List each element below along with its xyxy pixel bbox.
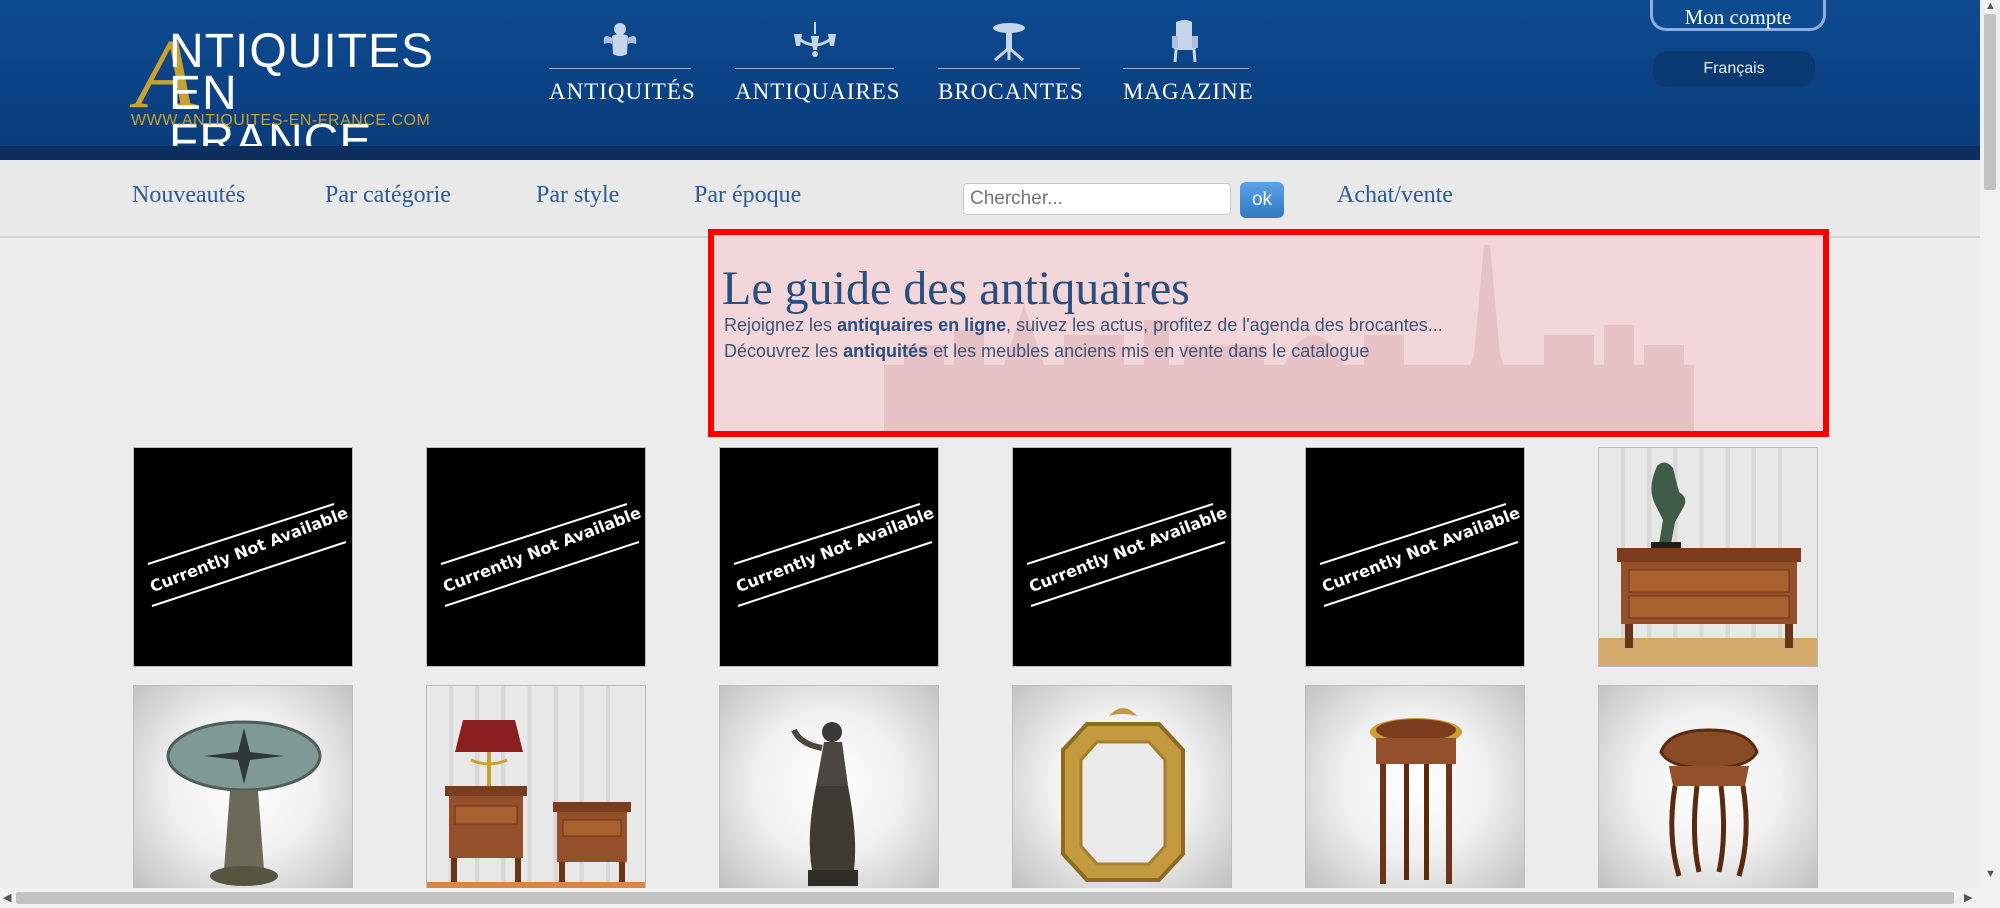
product-tile[interactable]: Currently Not Available — [133, 447, 353, 667]
site-logo[interactable]: A NTIQUITES EN FRANCE WWW.ANTIQUITES-EN-… — [131, 24, 441, 166]
marquetry-table-image — [1659, 728, 1759, 877]
guide-text: , suivez les actus, profitez de l'agenda… — [1006, 315, 1443, 335]
product-tile[interactable] — [719, 685, 939, 905]
guide-line-2: Découvrez les antiquités et les meubles … — [724, 341, 1369, 362]
site-header: A NTIQUITES EN FRANCE WWW.ANTIQUITES-EN-… — [0, 0, 1980, 166]
nav-label: MAGAZINE — [1123, 79, 1254, 104]
armchair-icon — [1123, 20, 1249, 69]
account-label: Mon compte — [1684, 5, 1792, 29]
bedside-tables-with-lamp-image — [427, 720, 645, 904]
sub-nav: Nouveautés Par catégorie Par style Par é… — [0, 160, 1980, 238]
product-tile[interactable]: Currently Not Available — [426, 447, 646, 667]
horizontal-scroll-thumb[interactable] — [16, 892, 1954, 904]
nav-antiquites[interactable]: ANTIQUITÉS — [549, 20, 695, 105]
guide-text: Découvrez les — [724, 341, 844, 361]
horizontal-scrollbar[interactable]: ◀ ▶ — [0, 888, 1980, 908]
nav-magazine[interactable]: MAGAZINE — [1123, 20, 1253, 105]
scroll-left-icon[interactable]: ◀ — [3, 891, 11, 904]
guide-text: et les meubles anciens mis en vente dans… — [928, 341, 1370, 361]
round-side-table-image — [1370, 718, 1462, 884]
scroll-up-icon[interactable]: ▲ — [1985, 0, 1996, 12]
guide-banner: Le guide des antiquaires Rejoignez les a… — [708, 229, 1829, 437]
nav-label: BROCANTES — [938, 79, 1084, 104]
search-input[interactable] — [963, 183, 1231, 215]
pedestal-table-icon — [938, 20, 1080, 69]
guide-link-antiquaires[interactable]: antiquaires en ligne — [837, 315, 1006, 335]
search-ok-button[interactable]: ok — [1240, 182, 1284, 218]
logo-url: WWW.ANTIQUITES-EN-FRANCE.COM — [131, 112, 431, 129]
product-tile[interactable] — [1305, 685, 1525, 905]
nav-brocantes[interactable]: BROCANTES — [938, 20, 1083, 105]
bronze-statue-image — [791, 722, 858, 886]
vertical-scroll-thumb[interactable] — [1984, 14, 1996, 190]
account-button[interactable]: Mon compte — [1650, 0, 1826, 31]
chandelier-icon — [735, 20, 894, 69]
scroll-down-icon[interactable]: ▼ — [1985, 868, 1996, 880]
language-selector[interactable]: Français — [1653, 51, 1815, 87]
guide-line-1: Rejoignez les antiquaires en ligne, suiv… — [724, 315, 1443, 336]
gilt-mirror-image — [1061, 708, 1185, 882]
commode-with-statue-image — [1599, 462, 1817, 666]
scroll-right-icon[interactable]: ▶ — [1964, 891, 1972, 904]
product-tile[interactable]: Currently Not Available — [1012, 447, 1232, 667]
nav-label: ANTIQUAIRES — [735, 79, 901, 104]
subnav-par-epoque[interactable]: Par époque — [694, 182, 801, 209]
nav-antiquaires[interactable]: ANTIQUAIRES — [735, 20, 900, 105]
product-tile[interactable]: Currently Not Available — [1305, 447, 1525, 667]
guide-text: Rejoignez les — [724, 315, 838, 335]
compass-rose-table-image — [166, 720, 322, 886]
subnav-par-style[interactable]: Par style — [536, 182, 619, 209]
subnav-par-categorie[interactable]: Par catégorie — [325, 182, 451, 209]
product-tile[interactable] — [1598, 447, 1818, 667]
guide-link-antiquites[interactable]: antiquités — [843, 341, 928, 361]
subnav-nouveautes[interactable]: Nouveautés — [132, 182, 245, 209]
header-divider — [0, 146, 1980, 160]
cherub-icon — [549, 20, 691, 69]
guide-title: Le guide des antiquaires — [722, 262, 1190, 315]
product-tile[interactable] — [426, 685, 646, 905]
subnav-achat-vente[interactable]: Achat/vente — [1337, 182, 1453, 209]
product-tile[interactable] — [1012, 685, 1232, 905]
product-tile[interactable] — [133, 685, 353, 905]
product-tile[interactable]: Currently Not Available — [719, 447, 939, 667]
vertical-scrollbar[interactable]: ▲ ▼ — [1980, 0, 2000, 908]
nav-label: ANTIQUITÉS — [549, 79, 696, 104]
product-tile[interactable] — [1598, 685, 1818, 905]
